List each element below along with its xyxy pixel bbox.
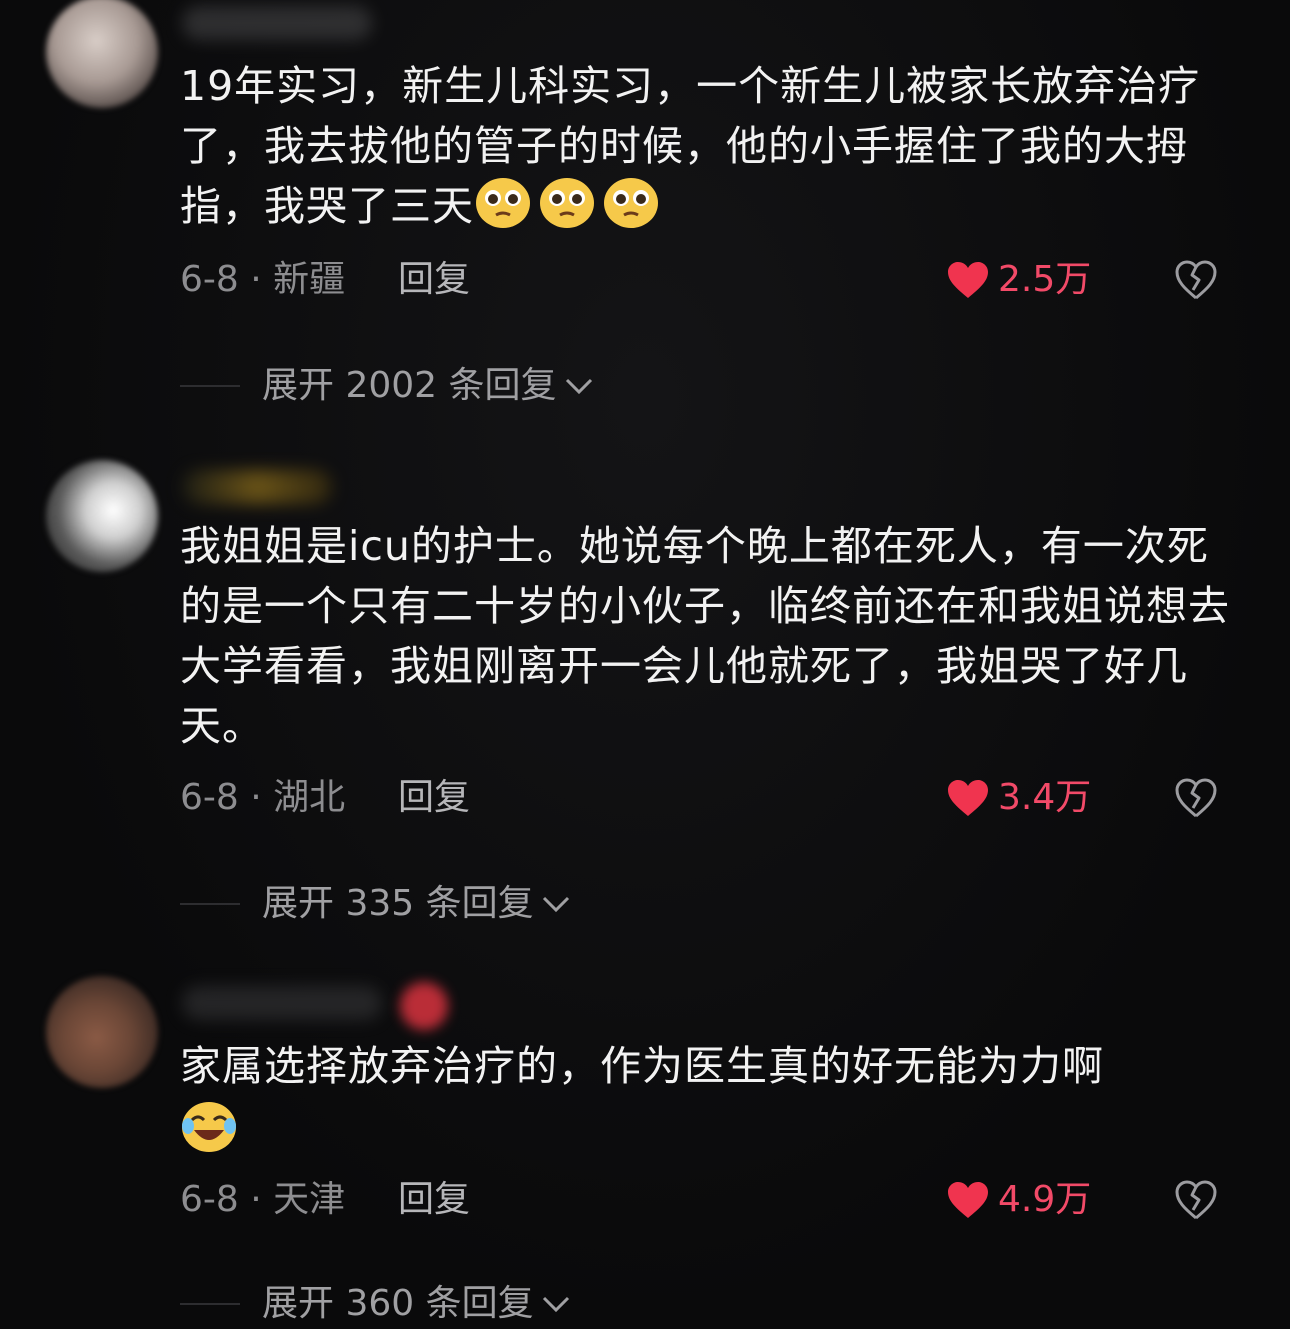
like-button[interactable]: 4.9万 bbox=[946, 1178, 1091, 1222]
comment-text: 家属选择放弃治疗的，作为医生真的好无能为力啊 bbox=[180, 1036, 1230, 1160]
pleading-face-emoji bbox=[540, 178, 594, 228]
user-badge bbox=[400, 982, 448, 1030]
chevron-down-icon bbox=[565, 378, 592, 395]
username-blurred[interactable] bbox=[182, 470, 332, 504]
like-button[interactable]: 2.5万 bbox=[946, 258, 1091, 302]
comment-list: 19年实习，新生儿科实习，一个新生儿被家长放弃治疗了，我去拔他的管子的时候，他的… bbox=[0, 0, 1290, 1329]
heart-filled-icon bbox=[948, 780, 988, 816]
comment-date-location: 6-8 · 天津 bbox=[180, 1179, 346, 1220]
reply-button[interactable]: 回复 bbox=[398, 1180, 470, 1220]
expand-replies-label: 展开 360 条回复 bbox=[262, 1283, 534, 1324]
expand-replies-button[interactable]: 展开 360 条回复 bbox=[180, 1282, 574, 1326]
avatar[interactable] bbox=[46, 460, 158, 572]
comment-date-location: 6-8 · 湖北 bbox=[180, 777, 346, 818]
expand-replies-label: 展开 2002 条回复 bbox=[262, 365, 557, 406]
broken-heart-icon[interactable] bbox=[1174, 776, 1218, 820]
like-count: 4.9万 bbox=[998, 1179, 1092, 1220]
avatar[interactable] bbox=[46, 0, 158, 108]
like-count: 3.4万 bbox=[998, 777, 1092, 818]
comment-date-location: 6-8 · 新疆 bbox=[180, 259, 346, 300]
avatar[interactable] bbox=[46, 976, 158, 1088]
broken-heart-icon[interactable] bbox=[1174, 1178, 1218, 1222]
heart-filled-icon bbox=[948, 1182, 988, 1218]
like-button[interactable]: 3.4万 bbox=[946, 776, 1091, 820]
broken-heart-icon[interactable] bbox=[1174, 258, 1218, 302]
expand-replies-button[interactable]: 展开 2002 条回复 bbox=[180, 364, 597, 408]
chevron-down-icon bbox=[542, 896, 569, 913]
expand-replies-label: 展开 335 条回复 bbox=[262, 883, 534, 924]
chevron-down-icon bbox=[542, 1296, 569, 1313]
comment-text-body: 19年实习，新生儿科实习，一个新生儿被家长放弃治疗了，我去拔他的管子的时候，他的… bbox=[180, 62, 1201, 230]
expand-replies-button[interactable]: 展开 335 条回复 bbox=[180, 882, 574, 926]
like-count: 2.5万 bbox=[998, 259, 1092, 300]
comment-text: 我姐姐是icu的护士。她说每个晚上都在死人，有一次死的是一个只有二十岁的小伙子，… bbox=[180, 522, 1230, 750]
comment-text: 19年实习，新生儿科实习，一个新生儿被家长放弃治疗了，我去拔他的管子的时候，他的… bbox=[180, 56, 1230, 236]
divider bbox=[180, 1303, 240, 1305]
reply-button[interactable]: 回复 bbox=[398, 778, 470, 818]
heart-filled-icon bbox=[948, 262, 988, 298]
username-blurred[interactable] bbox=[182, 6, 372, 40]
pleading-face-emoji bbox=[476, 178, 530, 228]
divider bbox=[180, 385, 240, 387]
divider bbox=[180, 903, 240, 905]
username-blurred[interactable] bbox=[182, 986, 382, 1020]
reply-button[interactable]: 回复 bbox=[398, 260, 470, 300]
crying-laughing-emoji bbox=[182, 1102, 236, 1152]
pleading-face-emoji bbox=[604, 178, 658, 228]
comment-text-body: 家属选择放弃治疗的，作为医生真的好无能为力啊 bbox=[180, 1042, 1104, 1090]
